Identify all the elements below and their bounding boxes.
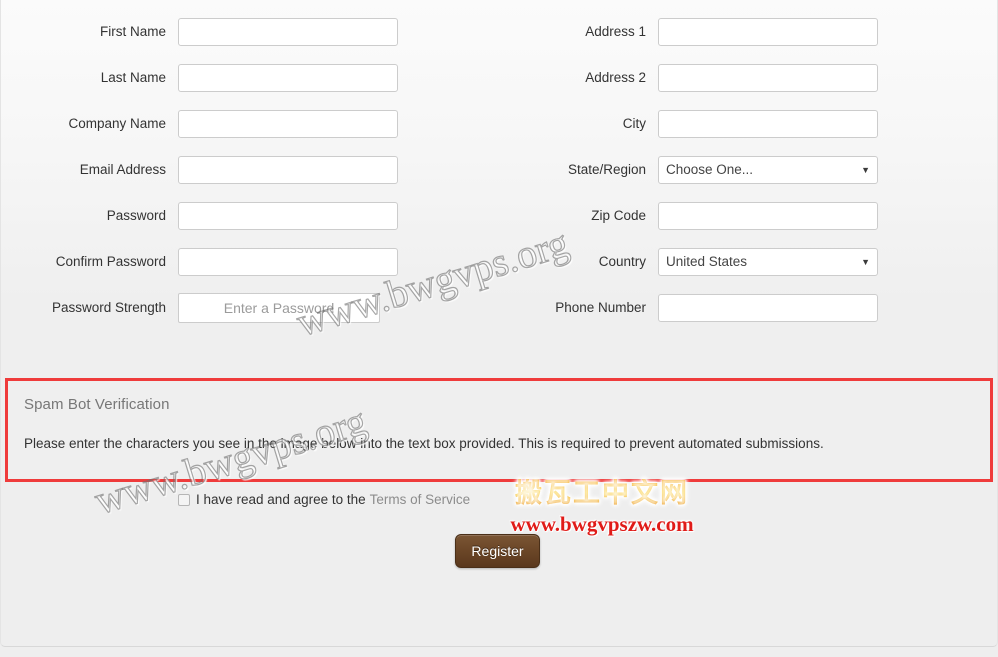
field-row-country: Country United States ▼ <box>480 247 878 277</box>
field-row-zip-code: Zip Code <box>480 201 878 231</box>
field-row-email-address: Email Address <box>0 155 398 185</box>
label-password-strength: Password Strength <box>51 300 166 315</box>
field-row-last-name: Last Name <box>0 63 398 93</box>
terms-of-service-link[interactable]: Terms of Service <box>370 492 471 507</box>
registration-form: First Name Last Name Company Name Email … <box>0 0 998 340</box>
label-city: City <box>622 116 646 131</box>
field-row-password: Password <box>0 201 398 231</box>
terms-agreement-label: I have read and agree to the <box>196 492 366 507</box>
password-strength-meter: Enter a Password <box>178 293 380 323</box>
register-button[interactable]: Register <box>455 534 540 568</box>
field-row-phone-number: Phone Number <box>480 293 878 323</box>
input-password[interactable] <box>178 202 398 230</box>
spam-bot-verification-description: Please enter the characters you see in t… <box>24 436 824 451</box>
input-address-1[interactable] <box>658 18 878 46</box>
input-address-2[interactable] <box>658 64 878 92</box>
label-company-name: Company Name <box>68 116 166 131</box>
field-row-address-2: Address 2 <box>480 63 878 93</box>
label-address-1: Address 1 <box>585 24 646 39</box>
label-state-region: State/Region <box>567 162 646 177</box>
field-row-address-1: Address 1 <box>480 17 878 47</box>
input-email-address[interactable] <box>178 156 398 184</box>
label-first-name: First Name <box>99 24 166 39</box>
field-row-first-name: First Name <box>0 17 398 47</box>
input-city[interactable] <box>658 110 878 138</box>
spam-bot-verification-title: Spam Bot Verification <box>24 396 170 413</box>
field-row-state-region: State/Region Choose One... ▼ <box>480 155 878 185</box>
select-state-region-value[interactable]: Choose One... <box>658 156 878 184</box>
select-state-region[interactable]: Choose One... ▼ <box>658 156 878 184</box>
field-row-password-strength: Password Strength Enter a Password <box>0 293 398 323</box>
label-zip-code: Zip Code <box>591 208 646 223</box>
label-email-address: Email Address <box>79 162 166 177</box>
select-country[interactable]: United States ▼ <box>658 248 878 276</box>
input-confirm-password[interactable] <box>178 248 398 276</box>
label-password: Password <box>106 208 166 223</box>
label-last-name: Last Name <box>100 70 166 85</box>
label-phone-number: Phone Number <box>555 300 646 315</box>
label-address-2: Address 2 <box>585 70 646 85</box>
registration-page: First Name Last Name Company Name Email … <box>0 0 998 657</box>
label-country: Country <box>598 254 646 269</box>
terms-agreement-row: I have read and agree to the Terms of Se… <box>178 492 470 507</box>
label-confirm-password: Confirm Password <box>55 254 166 269</box>
input-company-name[interactable] <box>178 110 398 138</box>
input-last-name[interactable] <box>178 64 398 92</box>
input-first-name[interactable] <box>178 18 398 46</box>
field-row-city: City <box>480 109 878 139</box>
input-zip-code[interactable] <box>658 202 878 230</box>
field-row-company-name: Company Name <box>0 109 398 139</box>
terms-agreement-checkbox[interactable] <box>178 493 190 506</box>
select-country-value[interactable]: United States <box>658 248 878 276</box>
spam-bot-verification-panel: Spam Bot Verification Please enter the c… <box>5 378 993 482</box>
field-row-confirm-password: Confirm Password <box>0 247 398 277</box>
input-phone-number[interactable] <box>658 294 878 322</box>
